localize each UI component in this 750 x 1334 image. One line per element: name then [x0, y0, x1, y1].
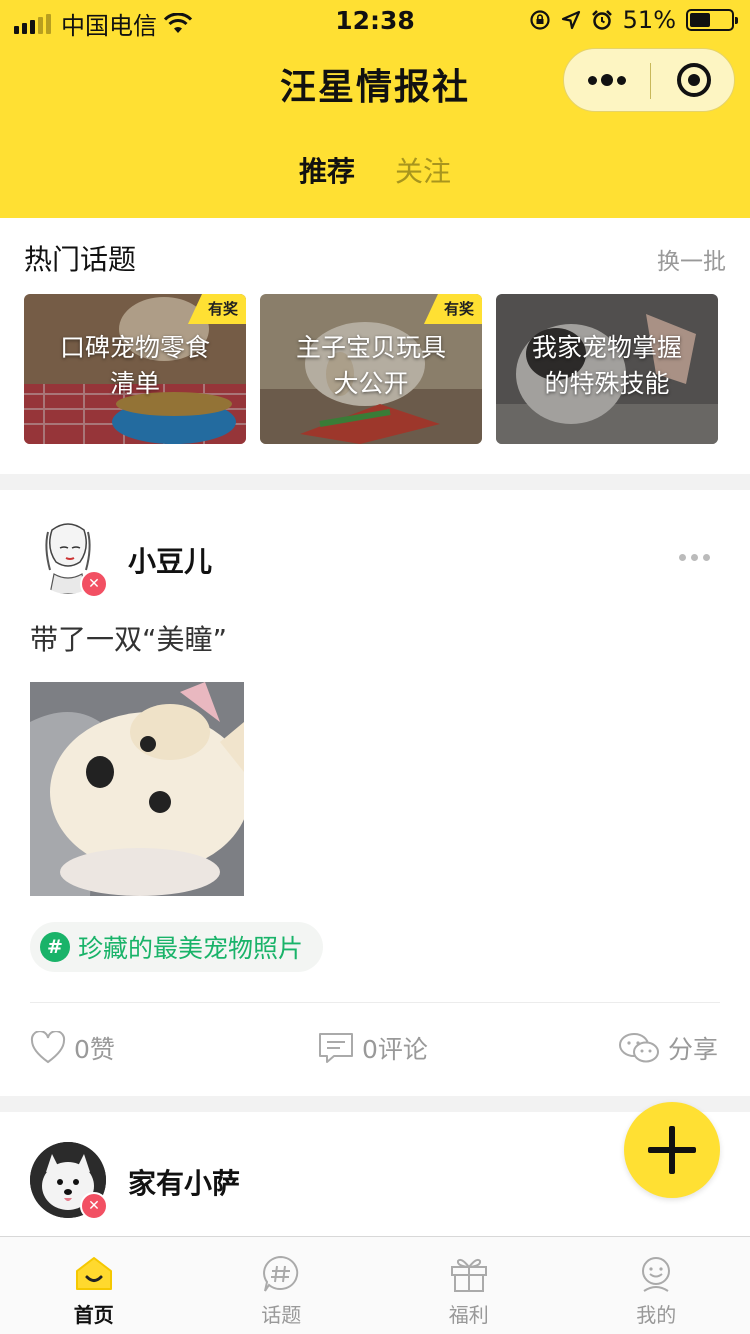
battery-icon	[686, 9, 738, 31]
tab-recommend[interactable]: 推荐	[299, 150, 355, 190]
nav-item-mine[interactable]: 我的	[563, 1237, 750, 1334]
profile-icon	[642, 1257, 671, 1292]
heart-icon	[30, 1031, 66, 1064]
alarm-icon	[591, 10, 612, 30]
nav-label: 首页	[73, 1303, 114, 1327]
more-menu-icon[interactable]	[588, 63, 628, 97]
nav-item-home[interactable]: 首页	[0, 1237, 188, 1334]
topic-card[interactable]: 主子宝贝玩具 大公开 有奖	[260, 294, 482, 444]
location-icon	[561, 10, 580, 30]
post-divider	[30, 1002, 720, 1003]
topic-hash-icon	[263, 1255, 299, 1292]
status-bar: 中国电信 12:38 51%	[0, 0, 750, 40]
comment-count: 0评论	[362, 1035, 428, 1064]
nav-label: 我的	[636, 1303, 677, 1327]
mini-program-capsule	[563, 48, 735, 112]
post-photo[interactable]	[30, 682, 244, 896]
header: 中国电信 12:38 51% 汪星情报社 推荐 关注	[0, 0, 750, 218]
post-username[interactable]: 家有小萨	[128, 1162, 240, 1202]
page: 中国电信 12:38 51% 汪星情报社 推荐 关注 热门话题 换一批 口碑宠物…	[0, 0, 750, 1334]
close-target-icon[interactable]	[677, 63, 711, 97]
status-right: 51%	[529, 6, 738, 34]
topic-card[interactable]: 我家宠物掌握 的特殊技能	[496, 294, 718, 444]
post-image	[30, 682, 244, 896]
post-actions: 0赞 0评论 分享	[0, 1030, 750, 1070]
home-icon	[75, 1257, 112, 1290]
nav-label: 话题	[261, 1303, 302, 1327]
wechat-icon	[619, 1033, 659, 1063]
nav-item-topics[interactable]: 话题	[188, 1237, 376, 1334]
pet-badge-icon: ✕	[80, 1192, 108, 1220]
post-topic-tag-label: 珍藏的最美宠物照片	[78, 934, 304, 963]
capsule-divider	[650, 63, 651, 99]
rotation-lock-icon	[530, 10, 550, 30]
nav-item-welfare[interactable]: 福利	[375, 1237, 563, 1334]
topic-label: 口碑宠物零食 清单	[59, 333, 210, 398]
tab-follow[interactable]: 关注	[395, 150, 451, 190]
hot-topics-title: 热门话题	[24, 243, 137, 276]
post-more-icon[interactable]	[679, 554, 710, 561]
post-username[interactable]: 小豆儿	[128, 540, 212, 580]
like-count: 0赞	[74, 1035, 115, 1064]
hashtag-icon: #	[40, 932, 70, 962]
pet-badge-icon: ✕	[80, 570, 108, 598]
create-post-button[interactable]	[624, 1102, 720, 1198]
comment-icon	[319, 1033, 353, 1063]
topic-label: 我家宠物掌握 的特殊技能	[531, 333, 682, 398]
comment-button[interactable]: 0评论	[318, 1030, 428, 1066]
nav-label: 福利	[448, 1303, 489, 1327]
refresh-topics-button[interactable]: 换一批	[657, 242, 726, 276]
post-card: ✕ 小豆儿 带了一双“美瞳” # 珍藏的最美宠物照片 0赞 0评论 分享	[0, 490, 750, 1096]
post-text: 带了一双“美瞳”	[30, 623, 228, 656]
share-label: 分享	[668, 1035, 719, 1064]
topic-card[interactable]: 口碑宠物零食 清单 有奖	[24, 294, 246, 444]
share-button[interactable]: 分享	[618, 1030, 718, 1066]
like-button[interactable]: 0赞	[30, 1030, 115, 1066]
topic-label: 主子宝贝玩具 大公开	[295, 333, 446, 398]
battery-percent: 51%	[622, 6, 676, 34]
gift-icon	[450, 1258, 487, 1292]
hot-topics-section: 热门话题 换一批 口碑宠物零食 清单 有奖 主子宝贝玩具 大公开 有奖 我家宠物…	[0, 218, 750, 474]
bottom-nav: 首页 话题 福利 我的	[0, 1236, 750, 1334]
feed-tabs: 推荐 关注	[0, 150, 750, 190]
post-topic-tag[interactable]: # 珍藏的最美宠物照片	[30, 922, 324, 972]
